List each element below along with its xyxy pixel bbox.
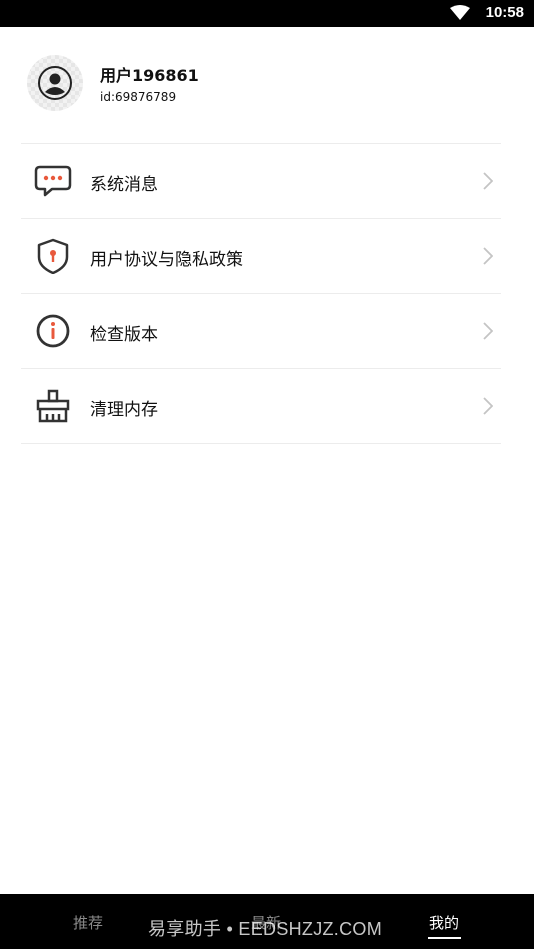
chevron-right-icon	[483, 397, 494, 419]
menu-item-label: 系统消息	[90, 175, 158, 195]
chevron-right-icon	[483, 172, 494, 194]
menu-item-label: 检查版本	[90, 325, 158, 345]
watermark: 易享助手 • EEDSHZJZ.COM	[148, 919, 383, 939]
username: 用户196861	[100, 66, 199, 85]
menu-item-privacy-policy[interactable]: 用户协议与隐私政策	[21, 219, 501, 294]
wifi-icon	[450, 5, 470, 25]
active-tab-indicator	[428, 937, 461, 939]
message-icon	[34, 163, 72, 199]
chevron-right-icon	[483, 322, 494, 344]
shield-icon	[34, 238, 72, 275]
avatar-icon	[38, 66, 72, 100]
chevron-right-icon	[483, 247, 494, 269]
menu-item-clear-cache[interactable]: 清理内存	[21, 369, 501, 444]
status-bar: 10:58	[0, 0, 534, 27]
profile-header[interactable]: 用户196861 id:69876789	[0, 27, 534, 144]
info-icon	[34, 313, 72, 349]
menu-item-label: 清理内存	[90, 400, 158, 420]
menu-item-system-messages[interactable]: 系统消息	[21, 144, 501, 219]
settings-menu: 系统消息 用户协议与隐私政策 检查版本 清理内存	[21, 143, 501, 444]
tab-recommended[interactable]: 推荐	[73, 912, 103, 933]
menu-item-label: 用户协议与隐私政策	[90, 250, 243, 270]
user-id: id:69876789	[100, 90, 177, 104]
broom-icon	[34, 388, 72, 424]
tab-mine[interactable]: 我的	[429, 912, 459, 933]
menu-item-check-version[interactable]: 检查版本	[21, 294, 501, 369]
status-time: 10:58	[485, 4, 524, 21]
avatar[interactable]	[27, 55, 83, 111]
